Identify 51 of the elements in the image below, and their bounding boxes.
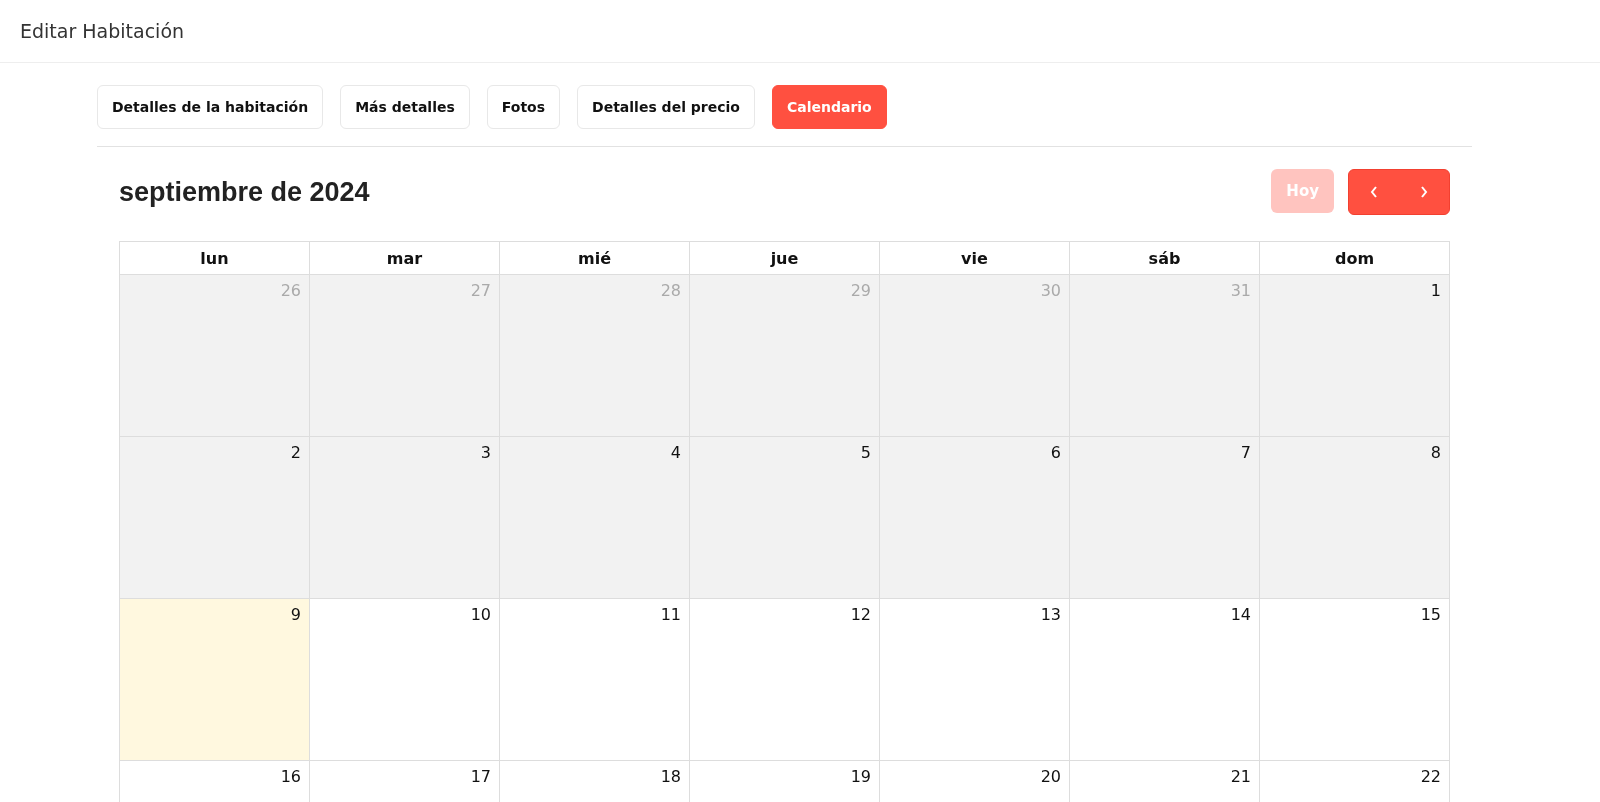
day-number: 22 bbox=[1420, 767, 1441, 786]
day-cell[interactable]: 4 bbox=[500, 437, 690, 599]
day-number: 26 bbox=[280, 281, 301, 300]
day-cell[interactable]: 9 bbox=[120, 599, 310, 761]
day-number: 17 bbox=[470, 767, 491, 786]
day-number: 1 bbox=[1430, 281, 1441, 300]
day-cell[interactable]: 15 bbox=[1260, 599, 1450, 761]
tab[interactable]: Detalles del precio bbox=[577, 85, 755, 129]
day-number: 19 bbox=[850, 767, 871, 786]
day-number: 21 bbox=[1230, 767, 1251, 786]
day-cell[interactable]: 11 bbox=[500, 599, 690, 761]
day-cell[interactable]: 3 bbox=[310, 437, 500, 599]
day-number: 12 bbox=[850, 605, 871, 624]
day-cell[interactable]: 6 bbox=[880, 437, 1070, 599]
day-number: 8 bbox=[1430, 443, 1441, 462]
day-cell[interactable]: 13 bbox=[880, 599, 1070, 761]
chevron-left-icon bbox=[1370, 186, 1378, 198]
day-number: 13 bbox=[1040, 605, 1061, 624]
day-cell[interactable]: 10 bbox=[310, 599, 500, 761]
day-number: 14 bbox=[1230, 605, 1251, 624]
day-number: 7 bbox=[1240, 443, 1251, 462]
day-cell[interactable]: 14 bbox=[1070, 599, 1260, 761]
day-number: 28 bbox=[660, 281, 681, 300]
tab[interactable]: Fotos bbox=[486, 85, 561, 129]
day-cell[interactable]: 1 bbox=[1260, 275, 1450, 437]
day-cell[interactable]: 8 bbox=[1260, 437, 1450, 599]
day-number: 31 bbox=[1230, 281, 1251, 300]
day-number: 6 bbox=[1050, 443, 1061, 462]
day-cell[interactable]: 7 bbox=[1070, 437, 1260, 599]
day-number: 4 bbox=[670, 443, 681, 462]
day-number: 5 bbox=[860, 443, 871, 462]
day-number: 3 bbox=[480, 443, 491, 462]
day-number: 9 bbox=[290, 605, 301, 624]
day-number: 29 bbox=[850, 281, 871, 300]
day-number: 16 bbox=[280, 767, 301, 786]
day-cell[interactable]: 5 bbox=[690, 437, 880, 599]
day-number: 2 bbox=[290, 443, 301, 462]
day-number: 15 bbox=[1420, 605, 1441, 624]
page-title: Editar Habitación bbox=[20, 20, 185, 42]
day-cell[interactable]: 12 bbox=[690, 599, 880, 761]
day-number: 30 bbox=[1040, 281, 1061, 300]
month-title: septiembre de 2024 bbox=[119, 176, 370, 208]
day-number: 27 bbox=[470, 281, 491, 300]
day-number: 11 bbox=[660, 605, 681, 624]
tab[interactable]: Detalles de la habitación bbox=[97, 85, 324, 129]
day-number: 20 bbox=[1040, 767, 1061, 786]
tab[interactable]: Más detalles bbox=[340, 85, 470, 129]
chevron-right-icon bbox=[1420, 186, 1428, 198]
day-number: 18 bbox=[660, 767, 681, 786]
day-number: 10 bbox=[470, 605, 491, 624]
day-cell[interactable]: 2 bbox=[120, 437, 310, 599]
